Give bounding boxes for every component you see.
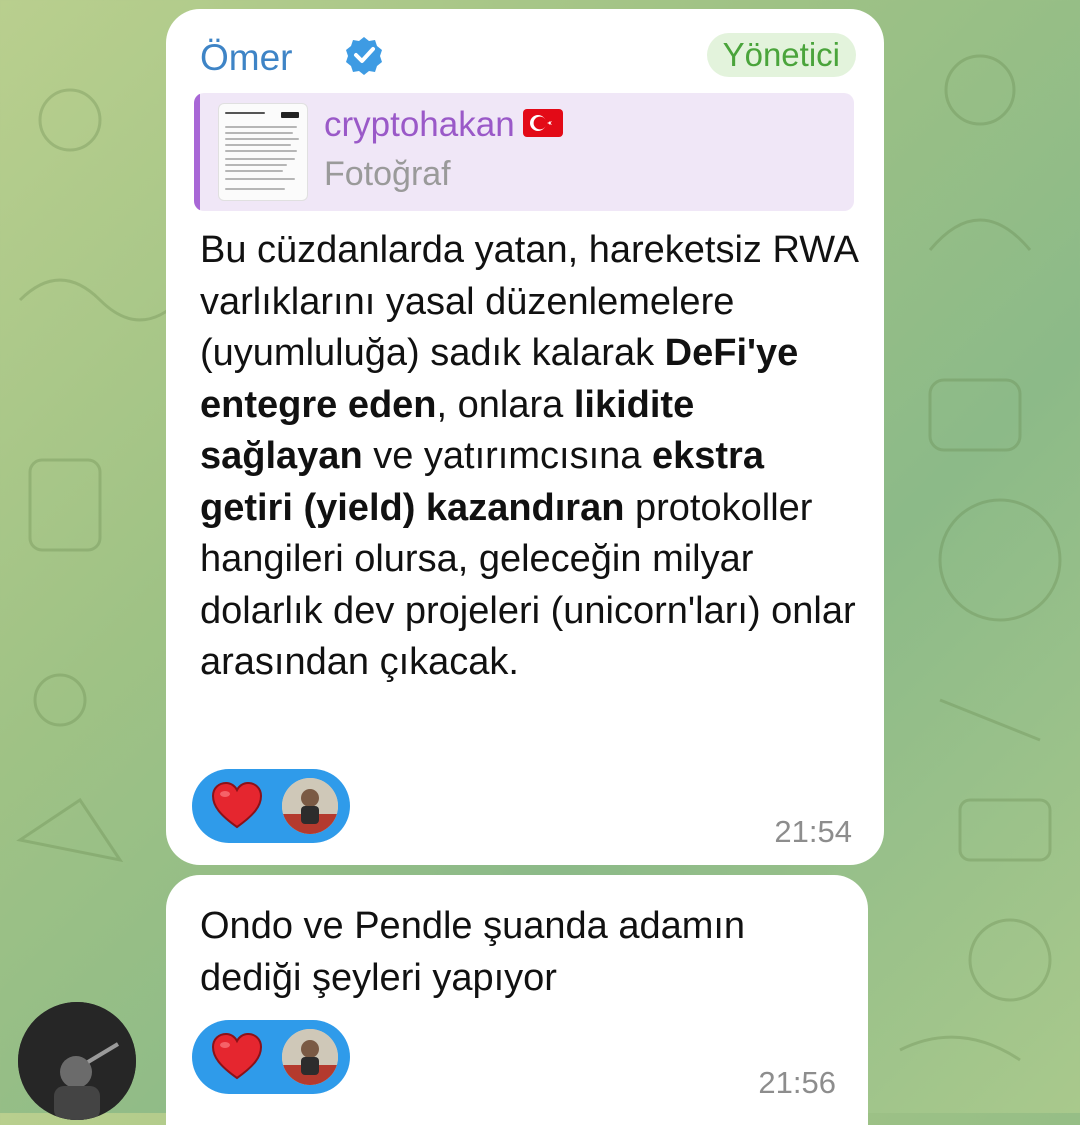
sender-avatar[interactable] <box>18 1002 136 1120</box>
heart-icon <box>211 781 263 829</box>
reaction-chip[interactable] <box>192 1020 350 1094</box>
reply-author: cryptohakan <box>324 105 563 145</box>
reply-media-type: Fotoğraf <box>324 155 451 193</box>
reaction-chip[interactable] <box>192 769 350 843</box>
reactor-avatar <box>282 1029 338 1085</box>
reply-accent-bar <box>194 93 200 211</box>
text-segment: ve yatırımcısına <box>362 435 652 477</box>
message-time: 21:54 <box>774 814 852 849</box>
message-bubble[interactable]: Ömer Yönetici cryptohakan Fotoğraf Bu cü… <box>166 9 884 865</box>
sender-name[interactable]: Ömer <box>200 37 293 79</box>
admin-role-badge: Yönetici <box>706 33 856 77</box>
message-header: Ömer Yönetici <box>200 33 856 85</box>
reply-photo-thumbnail <box>218 103 308 201</box>
reply-quote[interactable]: cryptohakan Fotoğraf <box>194 93 854 211</box>
message-text: Bu cüzdanlarda yatan, hareketsiz RWA var… <box>200 225 860 689</box>
text-segment: , onlara <box>436 383 574 426</box>
verified-badge-icon <box>346 37 382 75</box>
turkey-flag-icon <box>522 108 563 137</box>
reactor-avatar <box>282 778 338 834</box>
heart-icon <box>211 1032 263 1080</box>
message-bubble[interactable]: Ondo ve Pendle şuanda adamın dediği şeyl… <box>166 875 868 1125</box>
message-text: Ondo ve Pendle şuanda adamın dediği şeyl… <box>200 905 746 999</box>
reply-author-name: cryptohakan <box>324 105 515 144</box>
message-time: 21:56 <box>758 1065 836 1100</box>
